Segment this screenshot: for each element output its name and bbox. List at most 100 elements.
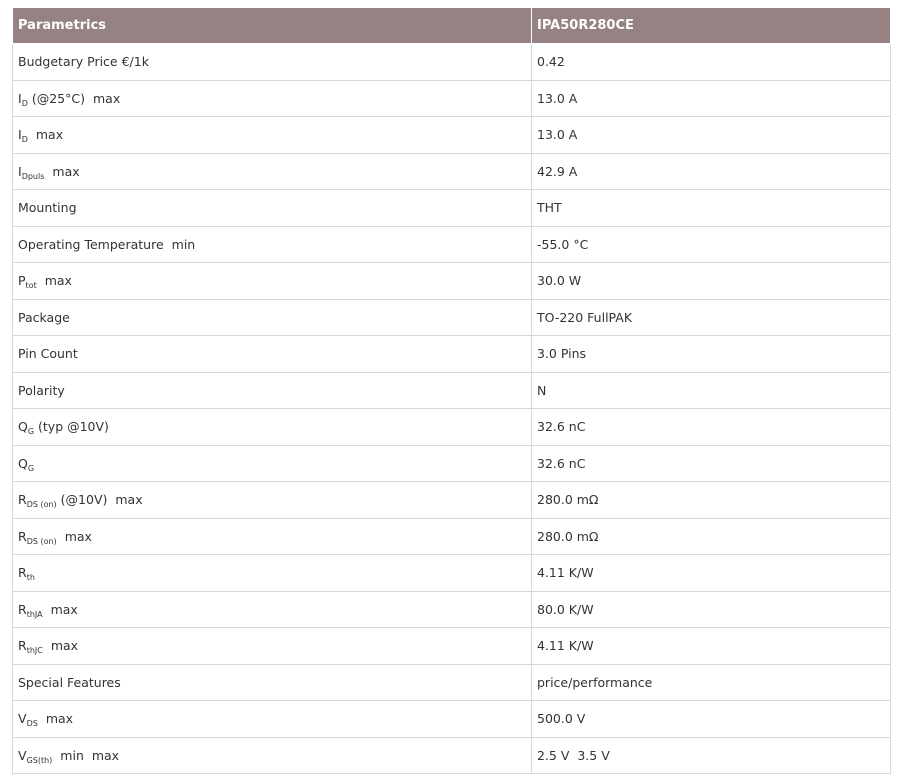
parameter-symbol: Operating Temperature (18, 236, 164, 252)
parameter-subscript: Dpuls (21, 171, 45, 181)
parameter-name-cell: Special Features (12, 663, 532, 701)
part-number-header: IPA50R280CE (531, 7, 891, 44)
parameter-value-cell: 80.0 K/W (531, 590, 891, 628)
parameter-qualifier: max (52, 163, 80, 179)
table-row: RDS (on) (@10V) max 280.0 mΩ (12, 481, 891, 519)
table-row: RthJA max 80.0 K/W (12, 590, 891, 628)
parameter-qualifier: min max (60, 747, 120, 763)
table-header-row: Parametrics IPA50R280CE (12, 7, 891, 44)
table-row: Ptot max 30.0 W (12, 262, 891, 300)
parameter-qualifier: max (44, 273, 72, 289)
table-row: Budgetary Price €/1k 0.42 (12, 43, 891, 81)
parameter-value-cell: -55.0 °C (531, 225, 891, 263)
parameter-subscript: G (27, 463, 35, 473)
parameter-qualifier: max (64, 528, 92, 544)
parameter-subscript: DS (on) (26, 500, 57, 510)
parameter-symbol: Budgetary Price €/1k (18, 54, 149, 70)
table-row: QG (typ @10V) 32.6 nC (12, 408, 891, 446)
parameter-subscript: tot (25, 281, 37, 291)
parameter-subscript: thJA (26, 609, 43, 619)
parameter-subscript: DS (on) (26, 536, 57, 546)
table-row: Rth 4.11 K/W (12, 554, 891, 592)
parameter-value-cell: price/performance (531, 663, 891, 701)
parameter-name-cell: VGS(th) min max (12, 736, 532, 774)
parameter-value-cell: 4.11 K/W (531, 554, 891, 592)
parameter-condition: (@25°C) (27, 90, 85, 106)
parameter-qualifier: max (50, 601, 78, 617)
parameter-name-cell: Ptot max (12, 262, 532, 300)
parameter-value-cell: 0.42 (531, 43, 891, 81)
table-row: ID max 13.0 A (12, 116, 891, 154)
parameter-value-cell: 280.0 mΩ (531, 481, 891, 519)
parameter-name-cell: Rth (12, 554, 532, 592)
parameter-name-cell: Package (12, 298, 532, 336)
parameter-symbol: V (18, 711, 27, 727)
parameter-value-cell: 2.5 V 3.5 V (531, 736, 891, 774)
parameter-qualifier: max (50, 638, 79, 654)
table-row: ID (@25°C) max 13.0 A (12, 79, 891, 117)
parameter-symbol: Polarity (18, 382, 65, 398)
parameter-value-cell: 32.6 nC (531, 408, 891, 446)
parameter-symbol: P (18, 273, 26, 289)
parameter-symbol: Pin Count (18, 346, 78, 362)
parameter-subscript: th (26, 573, 35, 583)
parameter-symbol: V (18, 747, 27, 763)
parameter-symbol: Package (18, 309, 70, 325)
parameter-value-cell: N (531, 371, 891, 409)
parameter-subscript: DS (26, 719, 38, 729)
parameter-name-cell: Polarity (12, 371, 532, 409)
parameter-qualifier: max (45, 711, 74, 727)
parameter-value-cell: 3.0 Pins (531, 335, 891, 373)
parameter-name-cell: QG (12, 444, 532, 482)
table-row: Polarity N (12, 371, 891, 409)
parameter-name-cell: RDS (on) max (12, 517, 532, 555)
table-row: VDS max 500.0 V (12, 700, 891, 738)
parameter-subscript: thJC (26, 646, 43, 656)
table-row: RthJC max 4.11 K/W (12, 627, 891, 665)
parameter-value-cell: 42.9 A (531, 152, 891, 190)
table-row: RDS (on) max 280.0 mΩ (12, 517, 891, 555)
parameter-qualifier: max (35, 127, 64, 143)
parameter-name-cell: Pin Count (12, 335, 532, 373)
parameter-condition: (@10V) (56, 492, 108, 508)
parameter-value-cell: 500.0 V (531, 700, 891, 738)
table-row: Pin Count 3.0 Pins (12, 335, 891, 373)
table-row: Mounting THT (12, 189, 891, 227)
parameter-subscript: GS(th) (26, 755, 53, 765)
table-row: Package TO-220 FullPAK (12, 298, 891, 336)
table-row: Special Features price/performance (12, 663, 891, 701)
parameter-symbol: R (18, 492, 27, 508)
parameter-name-cell: Mounting (12, 189, 532, 227)
parameter-name-cell: VDS max (12, 700, 532, 738)
parameter-value-cell: TO-220 FullPAK (531, 298, 891, 336)
parameter-symbol: Q (18, 455, 28, 471)
parameter-value-cell: 13.0 A (531, 116, 891, 154)
parameter-name-cell: RDS (on) (@10V) max (12, 481, 532, 519)
parameter-value-cell: THT (531, 189, 891, 227)
parameter-name-cell: Budgetary Price €/1k (12, 43, 532, 81)
parameter-qualifier: max (115, 492, 143, 508)
table-row: QG 32.6 nC (12, 444, 891, 482)
parameter-symbol: R (18, 601, 27, 617)
parameter-symbol: Mounting (18, 200, 77, 216)
parameter-qualifier: max (92, 90, 121, 106)
parameter-value-cell: 4.11 K/W (531, 627, 891, 665)
parameter-symbol: R (18, 528, 27, 544)
parameter-symbol: R (18, 638, 27, 654)
parameter-qualifier: min (171, 236, 196, 252)
parameter-name-cell: ID (@25°C) max (12, 79, 532, 117)
parameter-symbol: R (18, 565, 27, 581)
parameter-symbol: Q (18, 419, 28, 435)
parameter-symbol: Special Features (18, 674, 121, 690)
parameter-value-cell: 30.0 W (531, 262, 891, 300)
table-row: IDpuls max 42.9 A (12, 152, 891, 190)
table-row: Operating Temperature min -55.0 °C (12, 225, 891, 263)
parameter-name-cell: ID max (12, 116, 532, 154)
table-body: Budgetary Price €/1k 0.42 ID (@25°C) max … (12, 43, 891, 774)
table-row: VGS(th) min max 2.5 V 3.5 V (12, 736, 891, 774)
parameter-name-cell: IDpuls max (12, 152, 532, 190)
parameter-name-cell: RthJA max (12, 590, 532, 628)
parameter-value-cell: 13.0 A (531, 79, 891, 117)
parametrics-table: Parametrics IPA50R280CE Budgetary Price … (12, 7, 891, 774)
parametrics-header: Parametrics (12, 7, 532, 44)
